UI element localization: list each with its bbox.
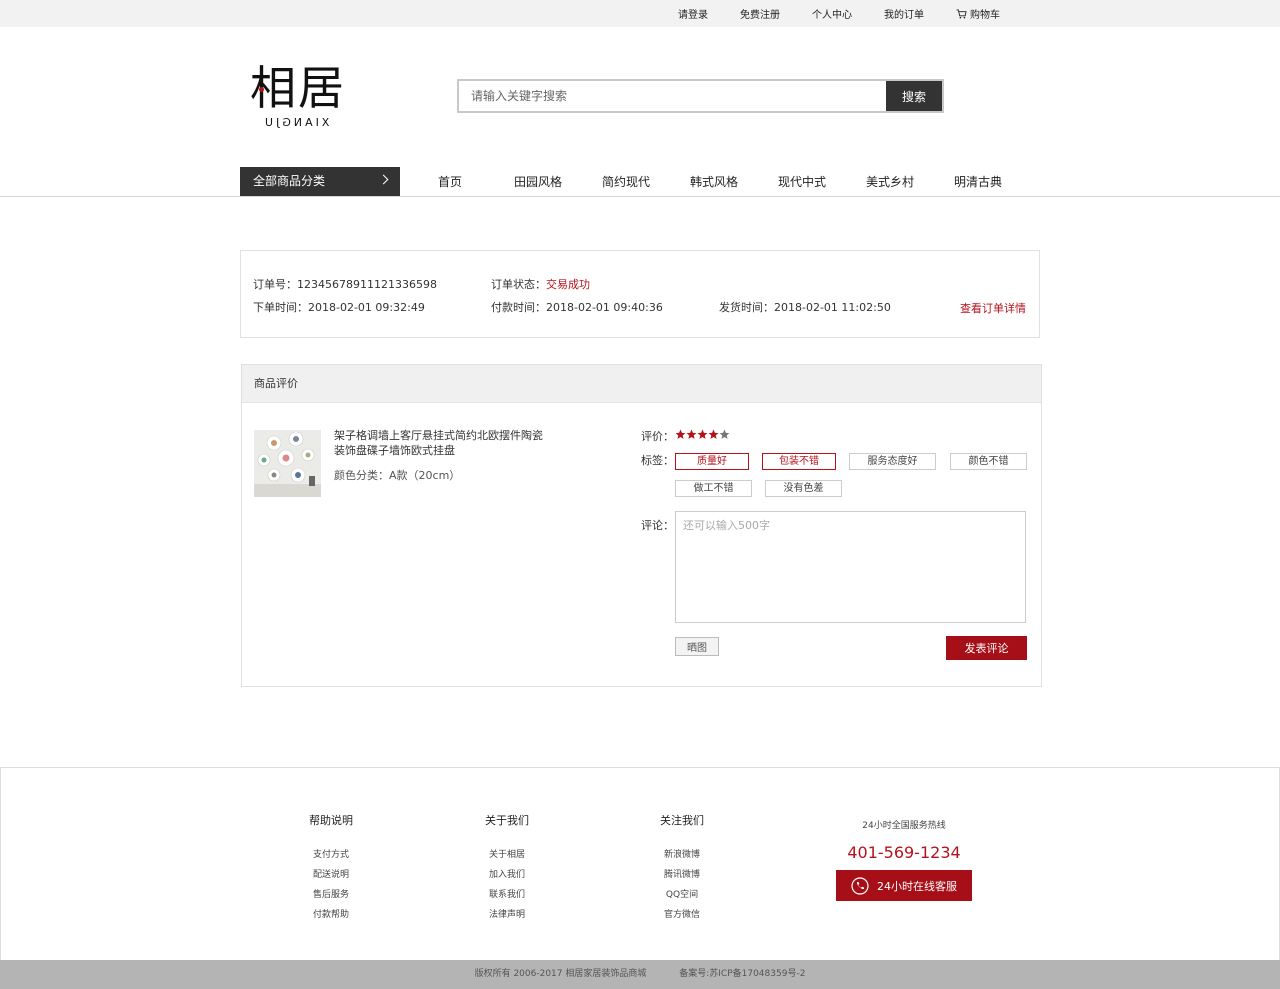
footer-link[interactable]: 官方微信 (632, 905, 732, 925)
nav-item-home[interactable]: 首页 (406, 167, 494, 196)
nav-item-classical[interactable]: 明清古典 (934, 167, 1022, 196)
online-service-label: 24小时在线客服 (877, 879, 957, 893)
copyright-text: 版权所有 2006-2017 相居家居装饰品商城 (474, 969, 647, 979)
star-icon[interactable] (686, 429, 697, 440)
top-bar: 请登录 免费注册 个人中心 我的订单 购物车 (0, 0, 1280, 27)
footer-about-column: 关于我们 关于相居 加入我们 联系我们 法律声明 (457, 812, 557, 925)
nav-item-new-chinese[interactable]: 现代中式 (758, 167, 846, 196)
order-info-panel: 订单号：12345678911121336598 订单状态：交易成功 下单时间：… (240, 250, 1040, 338)
tag-quality[interactable]: 质量好 (675, 453, 749, 470)
rating-stars (675, 429, 730, 440)
product-thumbnail[interactable] (254, 430, 321, 497)
review-panel: 商品评价 架子格调墙上客厅悬挂式简约北欧摆件陶瓷装饰盘碟子墙饰欧式挂盘 颜色分类… (241, 364, 1042, 687)
hotline-number: 401-569-1234 (847, 843, 961, 862)
all-categories-button[interactable]: 全部商品分类 (240, 167, 400, 196)
footer-link[interactable]: 法律声明 (457, 905, 557, 925)
nav-item-pastoral[interactable]: 田园风格 (494, 167, 582, 196)
footer-link[interactable]: 腾讯微博 (632, 865, 732, 885)
footer-column-title: 关于我们 (485, 814, 529, 827)
footer-help-column: 帮助说明 支付方式 配送说明 售后服务 付款帮助 (281, 812, 381, 925)
footer-link[interactable]: 付款帮助 (281, 905, 381, 925)
search-button[interactable]: 搜索 (886, 81, 942, 111)
star-icon[interactable] (675, 429, 686, 440)
order-number-label: 订单号： (253, 278, 297, 291)
copyright-bar: 版权所有 2006-2017 相居家居装饰品商城 备案号:苏ICP备170483… (0, 960, 1280, 989)
footer: 帮助说明 支付方式 配送说明 售后服务 付款帮助 关于我们 关于相居 加入我们 … (0, 767, 1280, 960)
nav-item-modern[interactable]: 简约现代 (582, 167, 670, 196)
product-name[interactable]: 架子格调墙上客厅悬挂式简约北欧摆件陶瓷装饰盘碟子墙饰欧式挂盘 (334, 428, 544, 458)
login-link[interactable]: 请登录 (678, 6, 708, 21)
upload-photo-button[interactable]: 晒图 (675, 637, 719, 656)
main-nav: 全部商品分类 首页 田园风格 简约现代 韩式风格 现代中式 美式乡村 明清古典 (0, 167, 1280, 197)
search-input[interactable] (459, 81, 886, 111)
account-link[interactable]: 个人中心 (812, 6, 852, 21)
logo-text-cn: 相居 (250, 61, 346, 115)
hotline-caption: 24小时全国服务热线 (862, 821, 946, 831)
footer-link[interactable]: 支付方式 (281, 845, 381, 865)
order-time-label: 下单时间： (253, 301, 308, 314)
nav-item-american[interactable]: 美式乡村 (846, 167, 934, 196)
footer-link[interactable]: 配送说明 (281, 865, 381, 885)
order-time: 下单时间：2018-02-01 09:32:49 (253, 299, 425, 315)
submit-review-button[interactable]: 发表评论 (946, 636, 1027, 660)
order-status-label: 订单状态： (491, 278, 546, 291)
product-color: 颜色分类：A款（20cm） (334, 469, 461, 482)
my-orders-link[interactable]: 我的订单 (884, 6, 924, 21)
chevron-right-icon (378, 174, 389, 185)
product-image (254, 430, 321, 497)
footer-link[interactable]: 联系我们 (457, 885, 557, 905)
all-categories-label: 全部商品分类 (253, 174, 326, 188)
comment-textarea[interactable] (675, 511, 1026, 623)
online-service-button[interactable]: 24小时在线客服 (836, 870, 972, 901)
footer-follow-column: 关注我们 新浪微博 腾讯微博 QQ空间 官方微信 (632, 812, 732, 925)
star-icon[interactable] (719, 429, 730, 440)
nav-item-korean[interactable]: 韩式风格 (670, 167, 758, 196)
cart-icon (956, 8, 967, 18)
star-icon[interactable] (697, 429, 708, 440)
star-icon[interactable] (708, 429, 719, 440)
footer-link[interactable]: 售后服务 (281, 885, 381, 905)
footer-link[interactable]: 新浪微博 (632, 845, 732, 865)
pay-time-value: 2018-02-01 09:40:36 (546, 301, 663, 314)
top-links: 请登录 免费注册 个人中心 我的订单 购物车 (646, 0, 1000, 27)
tag-service[interactable]: 服务态度好 (849, 453, 936, 470)
logo-dot (259, 87, 264, 92)
rating-label: 评价： (641, 430, 674, 443)
nav-items: 首页 田园风格 简约现代 韩式风格 现代中式 美式乡村 明清古典 (406, 167, 1022, 196)
logo-text-en: XIANGJU (262, 116, 330, 129)
tag-packaging[interactable]: 包装不错 (762, 453, 836, 470)
ship-time-label: 发货时间： (719, 301, 774, 314)
order-detail-link[interactable]: 查看订单详情 (960, 300, 1026, 316)
footer-column-title: 关注我们 (660, 814, 704, 827)
register-link[interactable]: 免费注册 (740, 6, 780, 21)
ship-time: 发货时间：2018-02-01 11:02:50 (719, 299, 891, 315)
tag-workmanship[interactable]: 做工不错 (675, 480, 752, 497)
ship-time-value: 2018-02-01 11:02:50 (774, 301, 891, 314)
cart-link[interactable]: 购物车 (956, 6, 1000, 21)
comment-label: 评论： (641, 519, 674, 532)
order-number-value: 12345678911121336598 (297, 278, 437, 291)
order-status: 订单状态：交易成功 (491, 276, 590, 292)
pay-time-label: 付款时间： (491, 301, 546, 314)
footer-link[interactable]: 关于相居 (457, 845, 557, 865)
order-number: 订单号：12345678911121336598 (253, 276, 437, 292)
phone-icon (851, 876, 869, 895)
review-panel-title: 商品评价 (242, 365, 1041, 403)
footer-column-title: 帮助说明 (309, 814, 353, 827)
footer-link[interactable]: 加入我们 (457, 865, 557, 885)
tag-no-color-diff[interactable]: 没有色差 (765, 480, 842, 497)
site-logo[interactable]: 相居 XIANGJU (250, 60, 360, 140)
footer-link[interactable]: QQ空间 (632, 885, 732, 905)
hotline-block: 24小时全国服务热线 401-569-1234 24小时在线客服 (836, 818, 972, 901)
pay-time: 付款时间：2018-02-01 09:40:36 (491, 299, 663, 315)
icp-text: 备案号:苏ICP备17048359号-2 (679, 969, 806, 979)
cart-label: 购物车 (970, 10, 1000, 21)
order-status-value: 交易成功 (546, 278, 590, 291)
order-time-value: 2018-02-01 09:32:49 (308, 301, 425, 314)
tag-color[interactable]: 颜色不错 (950, 453, 1027, 470)
search-bar: 搜索 (457, 79, 944, 113)
tags-label: 标签： (641, 454, 674, 467)
